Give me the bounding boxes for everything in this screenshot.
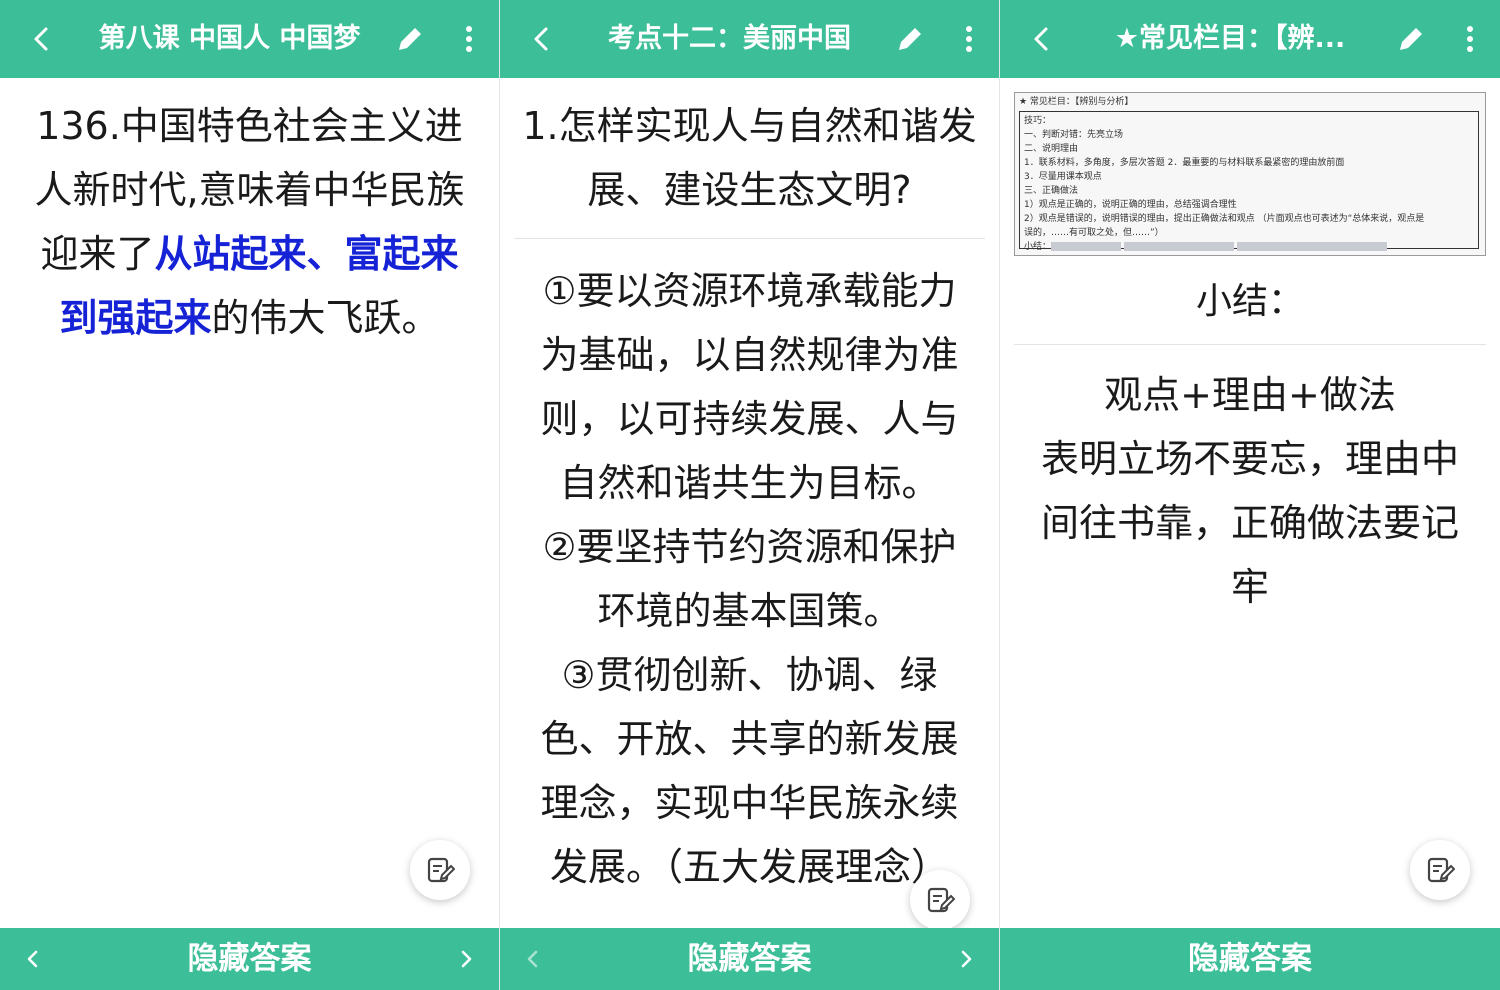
pencil-icon[interactable] [393,22,427,56]
content-area: 1.怎样实现人与自然和谐发展、建设生态文明? ①要以资源环境承载能力为基础，以自… [500,78,999,928]
note-edit-icon [927,887,955,913]
chevron-left-icon[interactable] [1026,22,1058,56]
page-title: 第八课 中国人 中国梦 [98,23,361,54]
answer-item: ①要以资源环境承载能力为基础，以自然规律为准则，以可持续发展、人与自然和谐共生为… [540,269,959,505]
doc-summary-line: 小结： [1024,240,1474,254]
doc-line: 三、正确做法 [1024,186,1079,196]
summary-title: 小结： [1195,281,1304,322]
screen-3: ★常见栏目：【辨... ★ 常见栏目：【辨别与分析】 技巧： 一、判断对错：先亮… [1000,0,1500,990]
chevron-left-icon[interactable] [26,22,58,56]
bottom-bar: 隐藏答案 [0,928,499,990]
doc-summary-label: 小结： [1024,242,1052,252]
question-text: 1.怎样实现人与自然和谐发展、建设生态文明? [522,104,977,212]
hide-answer-button[interactable]: 隐藏答案 [80,938,419,980]
screen-2: 考点十二：美丽中国 1.怎样实现人与自然和谐发展、建设生态文明? ①要以资源环境… [500,0,1000,990]
blurred-text [1051,242,1122,251]
answer-block: 观点+理由+做法 表明立场不要忘，理由中间往书靠，正确做法要记牢 [1000,345,1500,619]
blurred-text [1236,242,1387,251]
doc-line: 技巧： [1024,116,1052,126]
top-bar: 考点十二：美丽中国 [500,0,999,78]
blurred-text [1123,242,1234,251]
page-title: 考点十二：美丽中国 [608,23,851,54]
answer-item: 观点+理由+做法 [1104,373,1396,417]
note-edit-button[interactable] [1410,840,1470,900]
doc-heading: ★ 常见栏目：【辨别与分析】 [1019,97,1134,107]
more-vertical-icon[interactable] [957,22,981,56]
bottom-bar: 隐藏答案 [1000,928,1500,990]
doc-box: 技巧： 一、判断对错：先亮立场 二、说明理由 1．联系材料，多角度，多层次答题 … [1019,111,1479,252]
chevron-left-icon[interactable] [522,946,544,972]
more-vertical-icon[interactable] [1458,22,1482,56]
answer-block: ①要以资源环境承载能力为基础，以自然规律为准则，以可持续发展、人与自然和谐共生为… [500,239,999,899]
doc-line: 2）观点是错误的，说明错误的理由，提出正确做法和观点 （片面观点也可表述为“总体… [1024,214,1425,224]
content-area: ★ 常见栏目：【辨别与分析】 技巧： 一、判断对错：先亮立场 二、说明理由 1．… [1000,78,1500,928]
chevron-left-icon[interactable] [526,22,558,56]
note-edit-icon [427,857,455,883]
screens-container: 第八课 中国人 中国梦 136.中国特色社会主义进人新时代,意味着中华民族迎来了… [0,0,1500,990]
note-edit-icon [1427,857,1455,883]
question-text: 136.中国特色社会主义进人新时代,意味着中华民族迎来了从站起来、富起来到强起来… [0,78,499,350]
doc-line: 3．尽量用课本观点 [1024,172,1102,182]
doc-line: 1）观点是正确的，说明正确的理由，总结强调合理性 [1024,200,1237,210]
top-bar: 第八课 中国人 中国梦 [0,0,499,78]
doc-line: 误的，……有可取之处，但……”） [1024,228,1164,238]
hide-answer-button[interactable]: 隐藏答案 [580,938,919,980]
question-suffix: 的伟大飞跃。 [211,296,440,340]
chevron-right-icon[interactable] [455,946,477,972]
scanned-document-image: ★ 常见栏目：【辨别与分析】 技巧： 一、判断对错：先亮立场 二、说明理由 1．… [1014,92,1486,256]
note-edit-button[interactable] [410,840,470,900]
chevron-left-icon[interactable] [22,946,44,972]
more-vertical-icon[interactable] [457,22,481,56]
page-title: ★常见栏目：【辨... [1114,23,1346,54]
chevron-right-icon[interactable] [955,946,977,972]
top-bar: ★常见栏目：【辨... [1000,0,1500,78]
screen-1: 第八课 中国人 中国梦 136.中国特色社会主义进人新时代,意味着中华民族迎来了… [0,0,500,990]
hide-answer-button[interactable]: 隐藏答案 [1080,938,1420,980]
answer-item: ③贯彻创新、协调、绿色、开放、共享的新发展理念，实现中华民族永续发展。（五大发展… [540,653,959,889]
content-area: 136.中国特色社会主义进人新时代,意味着中华民族迎来了从站起来、富起来到强起来… [0,78,499,928]
bottom-bar: 隐藏答案 [500,928,999,990]
answer-item: ②要坚持节约资源和保护环境的基本国策。 [542,525,957,633]
doc-line: 二、说明理由 [1024,144,1079,154]
note-edit-button[interactable] [910,870,970,930]
pencil-icon[interactable] [893,22,927,56]
answer-item: 表明立场不要忘，理由中间往书靠，正确做法要记牢 [1040,437,1459,609]
doc-line: 一、判断对错：先亮立场 [1024,130,1124,140]
doc-line: 1．联系材料，多角度，多层次答题 2．最重要的与材料联系最紧密的理由放前面 [1024,158,1345,168]
pencil-icon[interactable] [1394,22,1428,56]
